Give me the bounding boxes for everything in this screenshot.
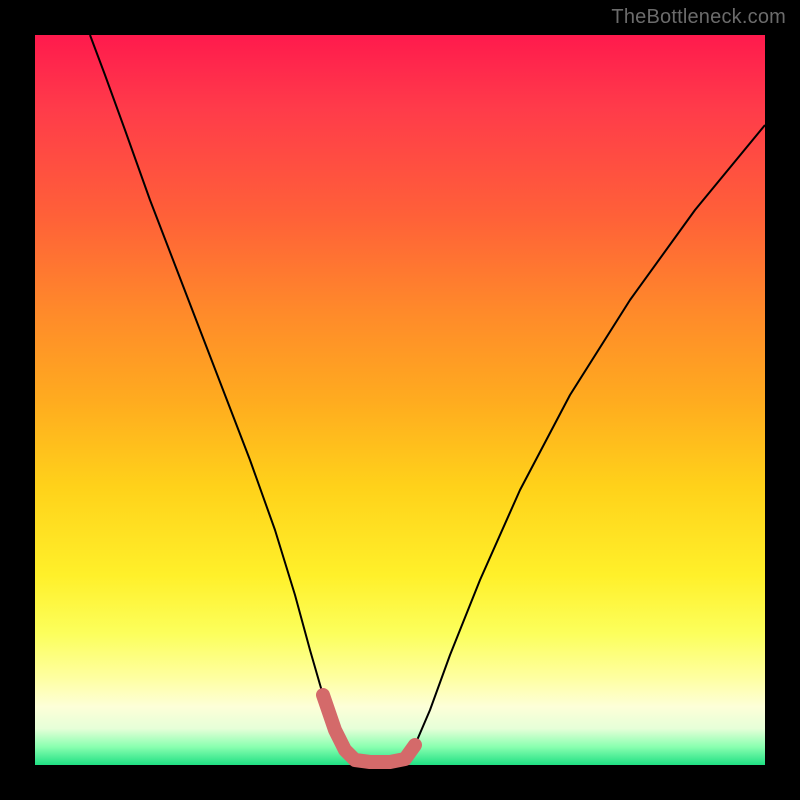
bottleneck-curve	[90, 35, 765, 762]
plot-area	[35, 35, 765, 765]
bottleneck-highlight	[323, 695, 415, 762]
curve-svg	[35, 35, 765, 765]
chart-frame: TheBottleneck.com	[0, 0, 800, 800]
watermark-text: TheBottleneck.com	[611, 6, 786, 29]
